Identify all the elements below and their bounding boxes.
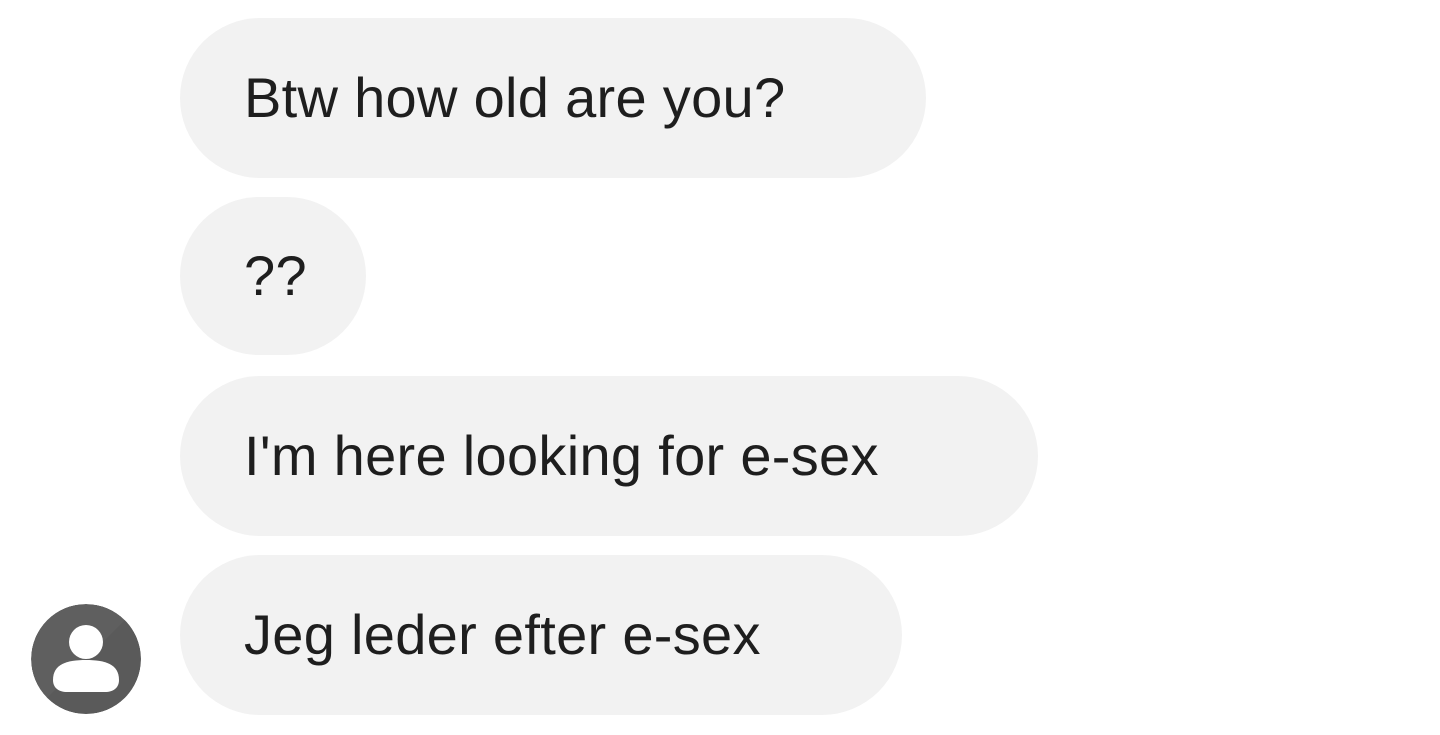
user-silhouette-icon	[31, 604, 141, 714]
message-bubble[interactable]: ??	[180, 197, 366, 355]
message-bubble[interactable]: Btw how old are you?	[180, 18, 926, 178]
message-bubble[interactable]: I'm here looking for e-sex	[180, 376, 1038, 536]
message-text: Btw how old are you?	[244, 66, 786, 129]
message-thread: Btw how old are you? ?? I'm here looking…	[0, 0, 1440, 735]
message-text: I'm here looking for e-sex	[244, 424, 879, 487]
sender-avatar[interactable]	[31, 604, 141, 714]
message-bubble[interactable]: Jeg leder efter e-sex	[180, 555, 902, 715]
message-text: ??	[244, 244, 307, 307]
message-text: Jeg leder efter e-sex	[244, 603, 761, 666]
